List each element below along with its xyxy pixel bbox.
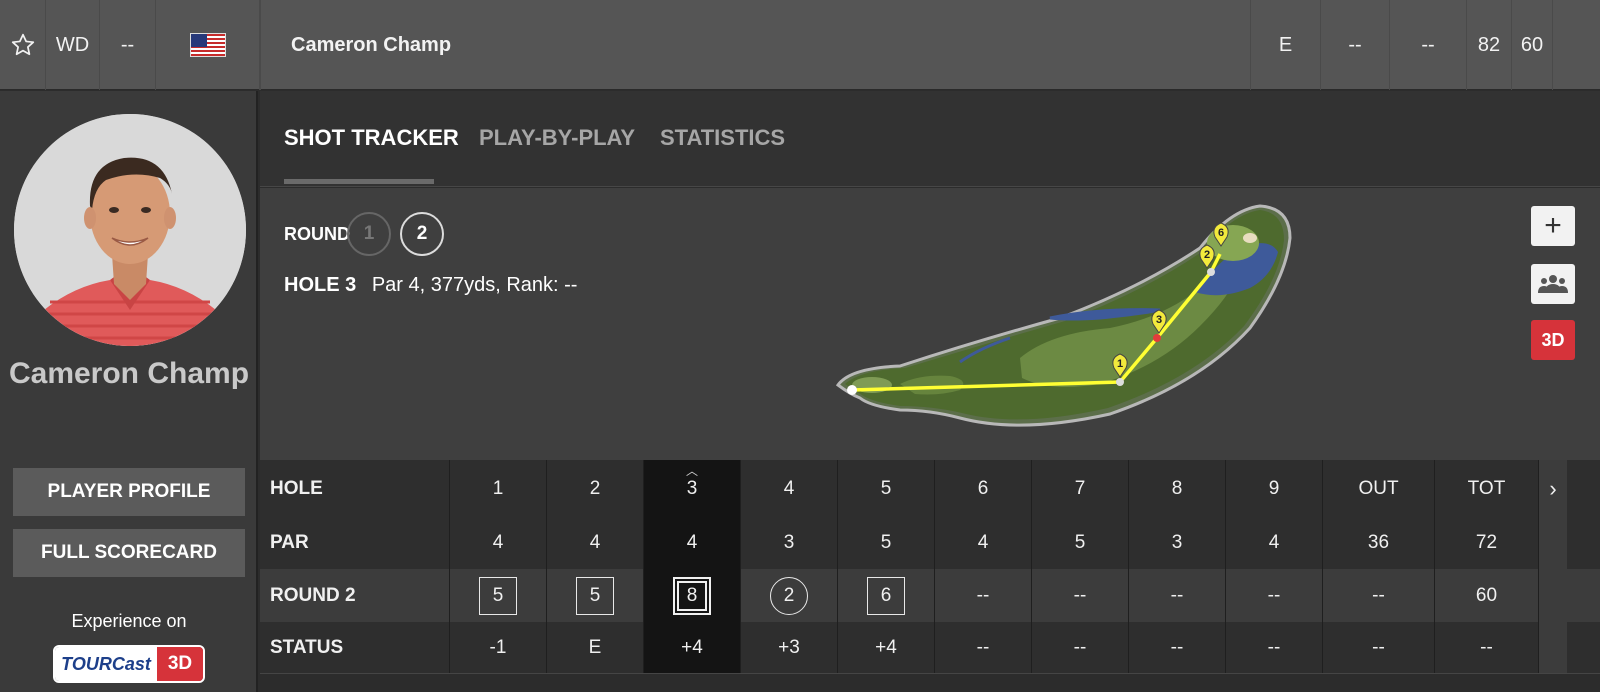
- status-cell: +4: [838, 622, 935, 673]
- par-cell: 4: [1226, 517, 1323, 569]
- stat-r2: 60: [1511, 0, 1553, 90]
- score-out: --: [1323, 569, 1435, 622]
- scroll-spacer: [1539, 517, 1567, 569]
- experience-label: Experience on: [71, 611, 187, 631]
- hole-3-number: 3: [686, 477, 698, 499]
- active-tab-indicator: [284, 179, 434, 184]
- row-label-status: STATUS: [260, 622, 450, 673]
- player-row[interactable]: WD -- Cameron Champ E -- -- 82 60: [0, 0, 1600, 90]
- row-label-hole: HOLE: [260, 460, 450, 517]
- shot-tracker-panel: ROUND 1 2 HOLE 3 Par 4, 377yds, Rank: --…: [260, 188, 1600, 460]
- stat-thru: --: [1320, 0, 1389, 90]
- position: WD: [46, 0, 100, 90]
- row-label-par: PAR: [260, 517, 450, 569]
- birdie-circle: 2: [770, 576, 808, 615]
- tab-shot-tracker[interactable]: SHOT TRACKER: [284, 125, 459, 151]
- double-bogey-box: 8: [673, 576, 711, 615]
- tourcast-3d-button[interactable]: TOURCast 3D: [53, 645, 205, 683]
- score-cell: --: [935, 569, 1032, 622]
- player-sidebar: Cameron Champ PLAYER PROFILE FULL SCOREC…: [0, 91, 258, 692]
- hole-out: OUT: [1323, 460, 1435, 517]
- hole-4[interactable]: 4: [741, 460, 838, 517]
- par-cell: 4: [547, 517, 644, 569]
- stat-total: E: [1250, 0, 1320, 90]
- tourcast-logo-text: TOURCast: [55, 647, 157, 681]
- zoom-in-button[interactable]: +: [1531, 206, 1575, 246]
- bogey-box: 6: [867, 576, 905, 615]
- par-cell: 4: [450, 517, 547, 569]
- bogey-box: 5: [576, 576, 614, 615]
- tab-bar: SHOT TRACKER PLAY-BY-PLAY STATISTICS: [260, 91, 1600, 187]
- shot-marker-3-label: 3: [1156, 314, 1162, 326]
- scorecard-row-round-2: ROUND 2 5 5 8 2 6 -- -- -- -- -- 60: [260, 569, 1600, 622]
- current-hole-caret-icon: ︿: [685, 464, 699, 478]
- status-cell: --: [1226, 622, 1323, 673]
- score-cell: --: [1032, 569, 1129, 622]
- movement: --: [100, 0, 156, 90]
- score-tot: 60: [1435, 569, 1539, 622]
- scroll-spacer: [1539, 622, 1567, 673]
- par-out: 36: [1323, 517, 1435, 569]
- par-cell: 4: [935, 517, 1032, 569]
- status-cell: +4: [644, 622, 741, 673]
- score-cell: 8: [644, 569, 741, 622]
- tab-play-by-play[interactable]: PLAY-BY-PLAY: [479, 125, 635, 151]
- scorecard-table: HOLE 1 2 ︿ 3 4 5 6 7 8 9 OUT TOT › PAR 4 …: [260, 460, 1600, 692]
- hole-7[interactable]: 7: [1032, 460, 1129, 517]
- score-cell: --: [1129, 569, 1226, 622]
- status-cell: --: [935, 622, 1032, 673]
- status-cell: --: [1032, 622, 1129, 673]
- hole-1[interactable]: 1: [450, 460, 547, 517]
- group-view-icon[interactable]: [1531, 264, 1575, 304]
- par-cell: 5: [1032, 517, 1129, 569]
- score-cell: --: [1226, 569, 1323, 622]
- scroll-spacer: [1539, 569, 1567, 622]
- scorecard-row-hole: HOLE 1 2 ︿ 3 4 5 6 7 8 9 OUT TOT ›: [260, 460, 1600, 517]
- scorecard-next-arrow-icon[interactable]: ›: [1539, 460, 1567, 517]
- favorite-star-icon[interactable]: [0, 0, 46, 90]
- stat-round: --: [1389, 0, 1466, 90]
- shot-marker-1-label: 1: [1117, 358, 1123, 370]
- hole-6[interactable]: 6: [935, 460, 1032, 517]
- score-cell: 5: [450, 569, 547, 622]
- score-cell: 6: [838, 569, 935, 622]
- status-cell: +3: [741, 622, 838, 673]
- bogey-box: 5: [479, 576, 517, 615]
- hole-tot: TOT: [1435, 460, 1539, 517]
- player-profile-button[interactable]: PLAYER PROFILE: [13, 468, 245, 516]
- hole-2[interactable]: 2: [547, 460, 644, 517]
- hole-5[interactable]: 5: [838, 460, 935, 517]
- par-cell: 3: [741, 517, 838, 569]
- player-avatar: [14, 114, 246, 346]
- shot-marker-2-label: 2: [1204, 249, 1210, 261]
- par-cell: 4: [644, 517, 741, 569]
- scorecard-row-status: STATUS -1 E +4 +3 +4 -- -- -- -- -- --: [260, 622, 1600, 674]
- full-scorecard-button[interactable]: FULL SCORECARD: [13, 529, 245, 577]
- tourcast-3d-label: 3D: [157, 647, 203, 681]
- shot-marker-6-label: 6: [1218, 227, 1224, 239]
- hole-map[interactable]: 1 3 2 6: [260, 188, 1600, 460]
- hole-3[interactable]: ︿ 3: [644, 460, 741, 517]
- player-name[interactable]: Cameron Champ: [260, 0, 560, 90]
- scorecard-row-par: PAR 4 4 4 3 5 4 5 3 4 36 72: [260, 517, 1600, 569]
- row-label-round-2: ROUND 2: [260, 569, 450, 622]
- usa-flag-icon: [156, 0, 260, 90]
- par-cell: 5: [838, 517, 935, 569]
- stat-r1: 82: [1466, 0, 1511, 90]
- status-tot: --: [1435, 622, 1539, 673]
- status-cell: E: [547, 622, 644, 673]
- 3d-view-button[interactable]: 3D: [1531, 320, 1575, 360]
- status-cell: -1: [450, 622, 547, 673]
- status-out: --: [1323, 622, 1435, 673]
- par-tot: 72: [1435, 517, 1539, 569]
- score-cell: 5: [547, 569, 644, 622]
- tab-statistics[interactable]: STATISTICS: [660, 125, 785, 151]
- sidebar-player-name: Cameron Champ: [8, 357, 250, 390]
- par-cell: 3: [1129, 517, 1226, 569]
- status-cell: --: [1129, 622, 1226, 673]
- hole-8[interactable]: 8: [1129, 460, 1226, 517]
- hole-9[interactable]: 9: [1226, 460, 1323, 517]
- score-cell: 2: [741, 569, 838, 622]
